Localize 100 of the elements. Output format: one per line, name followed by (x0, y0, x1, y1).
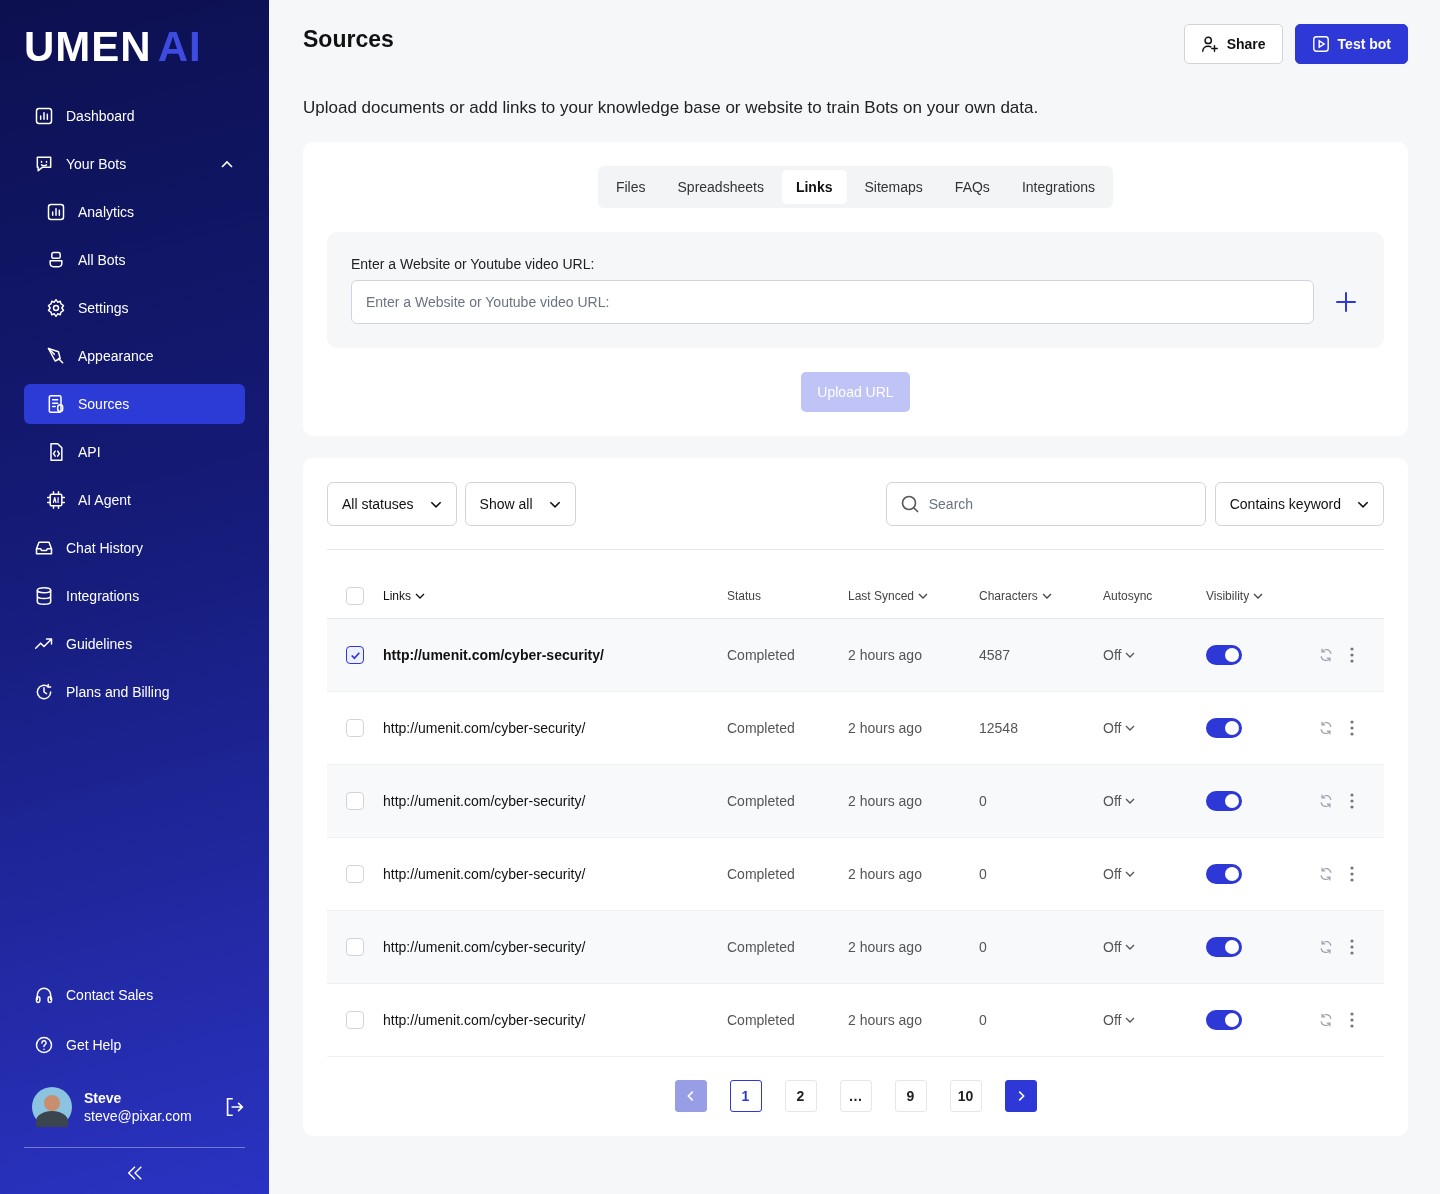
url-input[interactable]: Enter a Website or Youtube video URL: (351, 280, 1314, 324)
url-label: Enter a Website or Youtube video URL: (351, 256, 596, 272)
page-button[interactable]: 9 (894, 1080, 927, 1112)
nav-item[interactable]: Dashboard (24, 96, 245, 136)
autosync-dropdown[interactable]: Off (1103, 939, 1136, 955)
tab[interactable]: Links (781, 170, 847, 204)
chevron-down-icon (548, 500, 561, 508)
nav-label[interactable]: Get Help (66, 1037, 122, 1053)
row-checkbox[interactable] (346, 646, 364, 664)
column-header[interactable]: Last Synced (848, 589, 929, 603)
autosync-dropdown[interactable]: Off (1103, 866, 1136, 882)
sync-icon[interactable] (1318, 647, 1334, 663)
settings-icon (46, 298, 66, 318)
visibility-toggle[interactable] (1206, 863, 1242, 884)
visibility-toggle[interactable] (1206, 936, 1242, 957)
sync-icon[interactable] (1318, 1012, 1334, 1028)
sync-icon[interactable] (1318, 866, 1334, 882)
tab[interactable]: FAQs (940, 170, 1004, 204)
test-bot-button[interactable]: Test bot (1294, 24, 1408, 64)
chevron-left-icon (685, 1089, 696, 1103)
more-icon[interactable] (1350, 647, 1354, 663)
chevron-down-icon (1125, 871, 1136, 877)
more-icon[interactable] (1350, 793, 1354, 809)
column-header[interactable]: Links (383, 589, 425, 603)
nav-item[interactable]: Your Bots (24, 144, 245, 184)
column-header: Autosync (1103, 589, 1153, 603)
nav-label: Your Bots (66, 156, 127, 172)
nav-label: Chat History (66, 540, 144, 556)
tab[interactable]: Spreadsheets (663, 170, 778, 204)
sync-icon[interactable] (1318, 720, 1334, 736)
nav-subitem[interactable]: Appearance (24, 336, 245, 376)
tab[interactable]: Sitemaps (850, 170, 937, 204)
page-button[interactable]: … (839, 1080, 872, 1112)
nav-label: Appearance (78, 348, 154, 364)
link-url[interactable]: http://umenit.com/cyber-security/ (383, 866, 586, 882)
more-icon[interactable] (1350, 720, 1354, 736)
autosync-dropdown[interactable]: Off (1103, 720, 1136, 736)
visibility-toggle[interactable] (1206, 717, 1242, 738)
last-synced-text: 2 hours ago (848, 866, 922, 882)
page-description: Upload documents or add links to your knowledge base or website to train Bots on your own data. (303, 98, 1040, 118)
autosync-dropdown[interactable]: Off (1103, 1012, 1136, 1028)
autosync-dropdown[interactable]: Off (1103, 793, 1136, 809)
table-row[interactable]: http://umenit.com/cyber-security/ Completed 2 hours ago 4587 Off (327, 619, 1384, 692)
nav-subitem[interactable]: Settings (24, 288, 245, 328)
nav-label: Guidelines (66, 636, 133, 652)
tab[interactable]: Files (601, 170, 660, 204)
table-row[interactable]: http://umenit.com/cyber-security/ Completed 2 hours ago 0 Off (327, 765, 1384, 838)
select-all-checkbox[interactable] (346, 587, 364, 605)
nav-subitem[interactable]: All Bots (24, 240, 245, 280)
link-url[interactable]: http://umenit.com/cyber-security/ (383, 647, 604, 663)
column-header[interactable]: Characters (979, 589, 1052, 603)
filter-dropdown[interactable]: Show all (464, 482, 576, 526)
link-url[interactable]: http://umenit.com/cyber-security/ (383, 720, 586, 736)
collapse-icon[interactable] (125, 1164, 144, 1182)
link-url[interactable]: http://umenit.com/cyber-security/ (383, 1012, 586, 1028)
page-button[interactable]: 1 (729, 1080, 762, 1112)
nav-item[interactable]: Guidelines (24, 624, 245, 664)
nav-item[interactable]: Integrations (24, 576, 245, 616)
sync-icon[interactable] (1318, 939, 1334, 955)
link-url[interactable]: http://umenit.com/cyber-security/ (383, 793, 586, 809)
tab[interactable]: Integrations (1007, 170, 1110, 204)
table-row[interactable]: http://umenit.com/cyber-security/ Completed 2 hours ago 0 Off (327, 984, 1384, 1057)
share-button[interactable]: Share (1183, 24, 1283, 64)
page-button[interactable]: 2 (784, 1080, 817, 1112)
nav-label: Settings (78, 300, 129, 316)
sync-icon[interactable] (1318, 793, 1334, 809)
nav-item[interactable]: Plans and Billing (24, 672, 245, 712)
status-text: Completed (727, 1012, 795, 1028)
caret-icon[interactable] (221, 160, 233, 168)
last-synced-text: 2 hours ago (848, 720, 922, 736)
table-row[interactable]: http://umenit.com/cyber-security/ Completed 2 hours ago 0 Off (327, 911, 1384, 984)
visibility-toggle[interactable] (1206, 644, 1242, 665)
user-name: Steve (84, 1090, 123, 1106)
nav-subitem[interactable]: AI Agent (24, 480, 245, 520)
nav-label[interactable]: Contact Sales (66, 987, 154, 1003)
more-icon[interactable] (1350, 1012, 1354, 1028)
filter-dropdown[interactable]: All statuses (327, 482, 457, 526)
nav-subitem[interactable]: Sources (24, 384, 245, 424)
add-icon[interactable] (1334, 290, 1358, 314)
chevron-down-icon (1253, 593, 1264, 599)
autosync-dropdown[interactable]: Off (1103, 647, 1136, 663)
characters-count: 0 (979, 866, 987, 882)
link-url[interactable]: http://umenit.com/cyber-security/ (383, 939, 586, 955)
characters-count: 4587 (979, 647, 1011, 663)
nav-subitem[interactable]: API (24, 432, 245, 472)
page-button[interactable]: 10 (949, 1080, 982, 1112)
add-user-icon (1200, 35, 1219, 53)
visibility-toggle[interactable] (1206, 1009, 1242, 1030)
bar-chart-icon (46, 202, 66, 222)
search-field[interactable]: Search (885, 482, 1206, 526)
nav-subitem[interactable]: Analytics (24, 192, 245, 232)
next-page-button[interactable] (1004, 1080, 1037, 1112)
match-dropdown[interactable]: Contains keyword (1214, 482, 1384, 526)
nav-item[interactable]: Chat History (24, 528, 245, 568)
more-icon[interactable] (1350, 866, 1354, 882)
column-header[interactable]: Visibility (1206, 589, 1264, 603)
more-icon[interactable] (1350, 939, 1354, 955)
visibility-toggle[interactable] (1206, 790, 1242, 811)
nav-label: All Bots (78, 252, 126, 268)
characters-count: 0 (979, 793, 987, 809)
